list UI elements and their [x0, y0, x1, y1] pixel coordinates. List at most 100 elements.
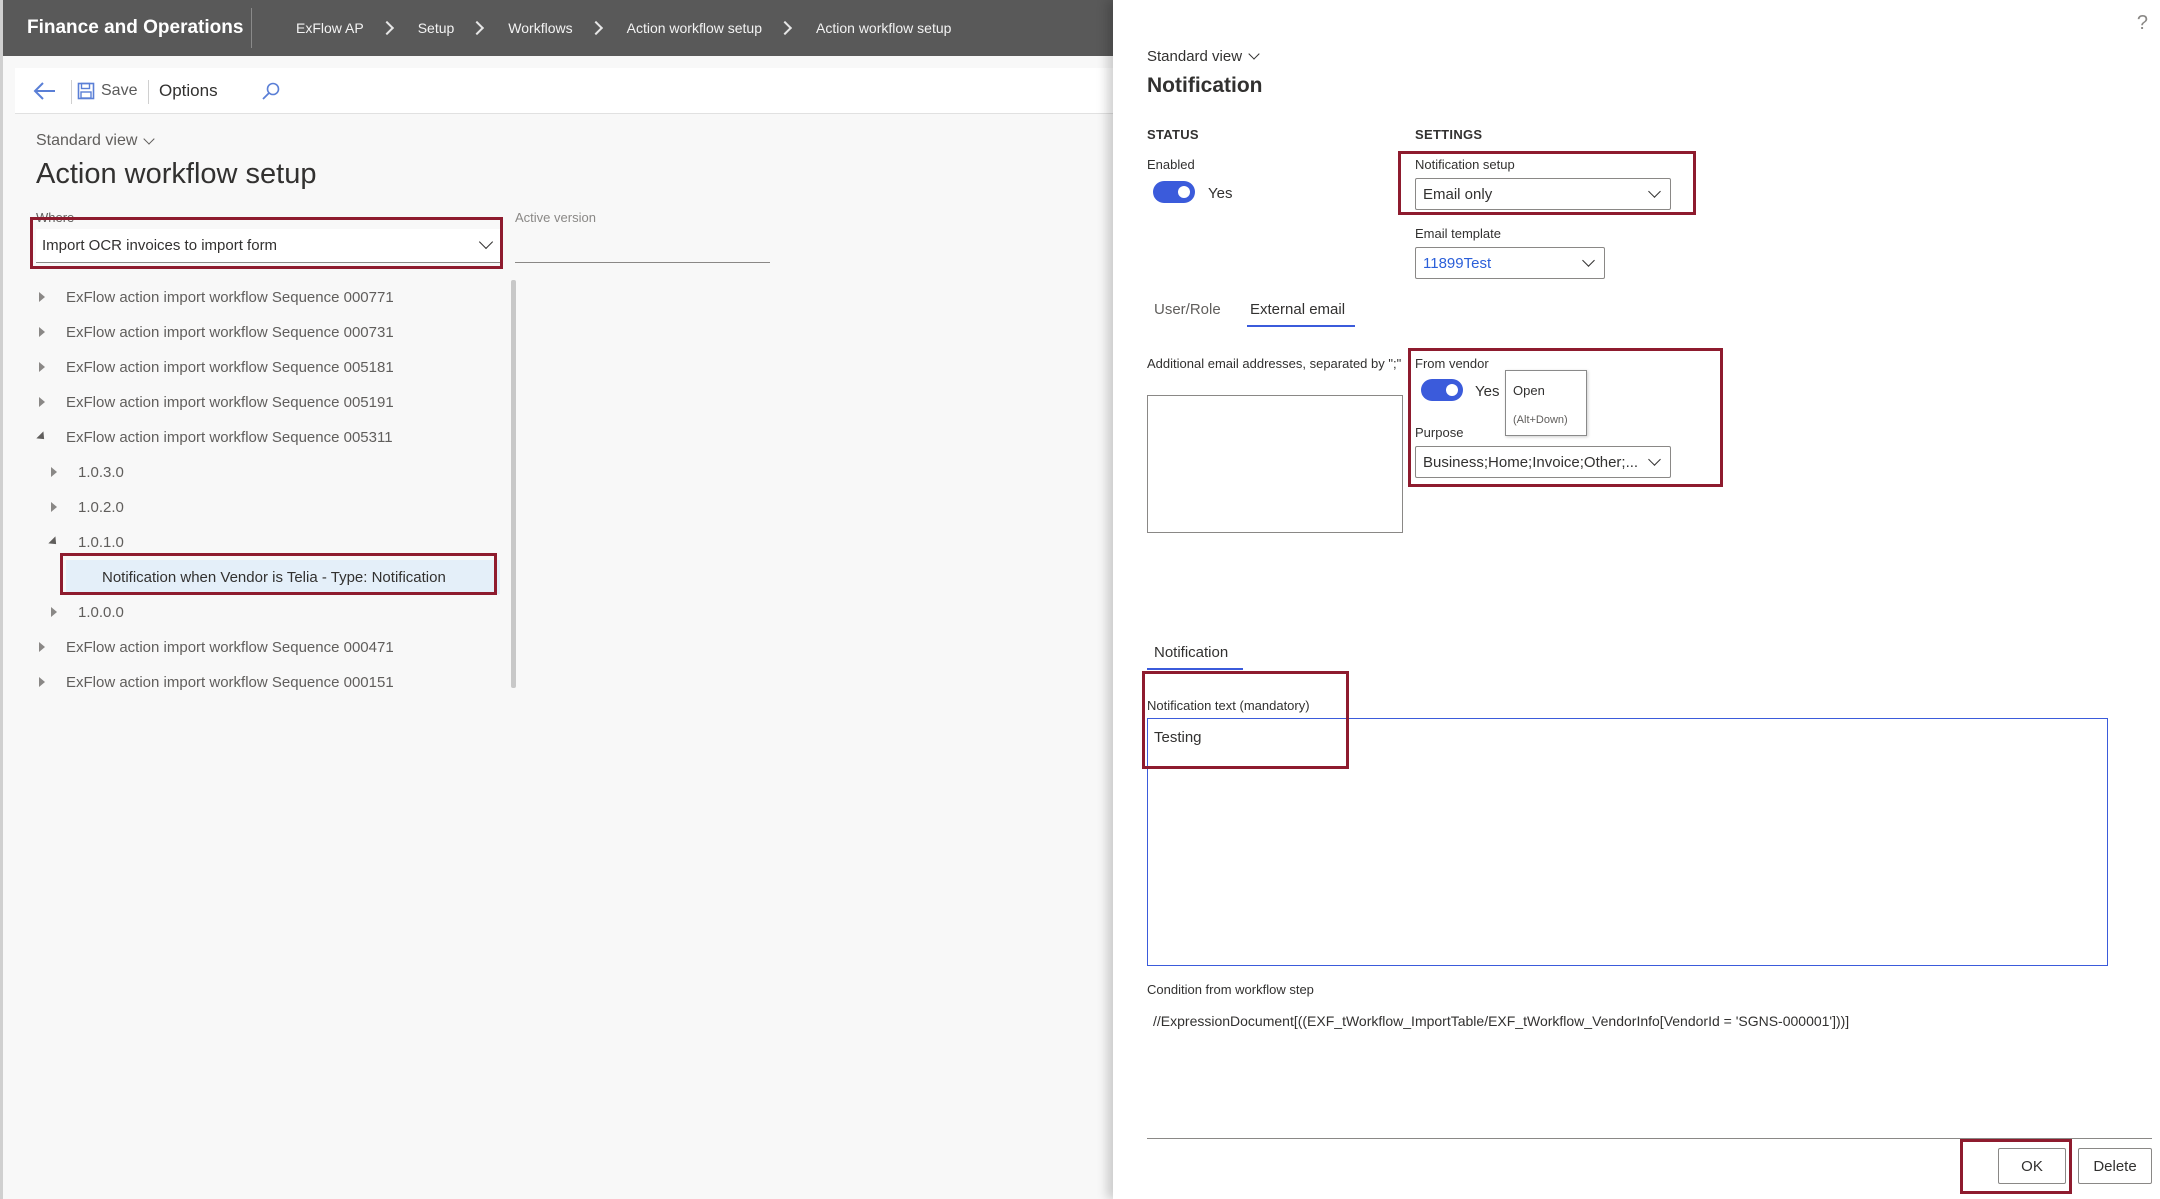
tree-item[interactable]: ExFlow action import workflow Sequence 0…: [36, 385, 394, 419]
from-vendor-toggle[interactable]: [1421, 379, 1463, 401]
toolbar-divider: [148, 80, 149, 104]
search-icon[interactable]: [261, 81, 281, 101]
tree-item-label: 1.0.2.0: [78, 498, 124, 516]
back-arrow-icon[interactable]: [33, 81, 57, 101]
active-tab-indicator: [1147, 668, 1243, 670]
tree-item[interactable]: ExFlow action import workflow Sequence 0…: [36, 315, 394, 349]
notification-setup-value: Email only: [1423, 186, 1493, 203]
options-button[interactable]: Options: [159, 81, 218, 101]
open-tooltip: Open (Alt+Down): [1505, 370, 1587, 436]
standard-view-label: Standard view: [1147, 48, 1243, 65]
collapse-arrow-icon: [39, 642, 45, 652]
dialog-title: Notification: [1147, 74, 1263, 97]
chevron-right-icon: [470, 20, 485, 36]
ok-button[interactable]: OK: [1998, 1148, 2066, 1184]
tree-item[interactable]: ExFlow action import workflow Sequence 0…: [36, 665, 394, 699]
tree-toggle[interactable]: [36, 677, 48, 687]
chevron-right-icon: [777, 20, 793, 36]
email-template-label: Email template: [1415, 226, 1501, 241]
purpose-value: Business;Home;Invoice;Other;...: [1423, 454, 1639, 471]
tree-item-label: ExFlow action import workflow Sequence 0…: [66, 288, 394, 306]
enabled-toggle[interactable]: [1153, 181, 1195, 203]
enabled-value: Yes: [1208, 185, 1233, 202]
tree-item-label: ExFlow action import workflow Sequence 0…: [66, 673, 394, 691]
email-template-dropdown[interactable]: 11899Test: [1415, 247, 1605, 279]
where-dropdown[interactable]: Import OCR invoices to import form: [36, 229, 501, 263]
tree-item[interactable]: 1.0.1.0: [48, 525, 124, 559]
tooltip-title: Open: [1513, 383, 1545, 398]
tree-item[interactable]: 1.0.3.0: [48, 455, 124, 489]
condition-value: //ExpressionDocument[((EXF_tWorkflow_Imp…: [1153, 1013, 1850, 1029]
collapse-arrow-icon: [39, 292, 45, 302]
chevron-right-icon: [379, 20, 394, 36]
delete-button[interactable]: Delete: [2078, 1148, 2152, 1184]
breadcrumb-current[interactable]: Action workflow setup: [816, 20, 951, 36]
email-template-value: 11899Test: [1423, 255, 1492, 272]
toolbar-divider: [71, 80, 72, 104]
breadcrumb-workflows[interactable]: Workflows: [508, 20, 572, 36]
collapse-arrow-icon: [39, 397, 45, 407]
tree-item[interactable]: 1.0.2.0: [48, 490, 124, 524]
additional-email-input[interactable]: [1147, 395, 1403, 533]
expand-arrow-icon: [36, 431, 48, 443]
tree-toggle[interactable]: [48, 467, 60, 477]
where-label: Where: [36, 210, 75, 225]
notification-text-input[interactable]: Testing: [1147, 718, 2108, 966]
tab-notification[interactable]: Notification: [1154, 644, 1228, 661]
purpose-dropdown[interactable]: Business;Home;Invoice;Other;...: [1415, 446, 1671, 478]
tree-toggle[interactable]: [36, 431, 48, 443]
chevron-down-icon: [1648, 185, 1661, 198]
tree-toggle[interactable]: [48, 607, 60, 617]
tree-item-label: ExFlow action import workflow Sequence 0…: [66, 358, 394, 376]
collapse-arrow-icon: [51, 467, 57, 477]
tree-scrollbar[interactable]: [511, 280, 516, 688]
save-icon: [77, 82, 95, 100]
topbar-divider: [251, 8, 252, 48]
standard-view-selector[interactable]: Standard view: [1147, 48, 1260, 65]
breadcrumb-exflow-ap[interactable]: ExFlow AP: [296, 20, 364, 36]
standard-view-label: Standard view: [36, 132, 138, 149]
tree-item-label: ExFlow action import workflow Sequence 0…: [66, 428, 393, 446]
tree-item-label: ExFlow action import workflow Sequence 0…: [66, 323, 394, 341]
breadcrumb-action-workflow-setup[interactable]: Action workflow setup: [627, 20, 762, 36]
tree-item[interactable]: ExFlow action import workflow Sequence 0…: [36, 350, 394, 384]
save-button[interactable]: Save: [77, 78, 137, 104]
notification-text-label: Notification text (mandatory): [1147, 698, 1310, 713]
tree-toggle[interactable]: [48, 536, 60, 548]
help-icon[interactable]: ?: [2137, 12, 2148, 35]
chevron-down-icon: [143, 132, 156, 145]
tree-toggle[interactable]: [36, 292, 48, 302]
purpose-label: Purpose: [1415, 425, 1464, 440]
tab-user-role[interactable]: User/Role: [1154, 301, 1221, 318]
tree-item-selected[interactable]: Notification when Vendor is Telia - Type…: [66, 560, 500, 594]
active-version-field[interactable]: [515, 236, 770, 263]
settings-heading: SETTINGS: [1415, 127, 1483, 142]
where-value: Import OCR invoices to import form: [42, 237, 278, 254]
tree-toggle[interactable]: [36, 362, 48, 372]
tree-toggle[interactable]: [36, 327, 48, 337]
breadcrumb-setup[interactable]: Setup: [418, 20, 455, 36]
collapse-arrow-icon: [39, 362, 45, 372]
status-heading: STATUS: [1147, 127, 1199, 142]
tree-toggle[interactable]: [36, 642, 48, 652]
tree-item[interactable]: ExFlow action import workflow Sequence 0…: [36, 630, 394, 664]
tree-toggle[interactable]: [36, 397, 48, 407]
tree-item[interactable]: ExFlow action import workflow Sequence 0…: [36, 280, 394, 314]
page-title: Action workflow setup: [36, 158, 317, 190]
collapse-arrow-icon: [51, 607, 57, 617]
tree-item[interactable]: ExFlow action import workflow Sequence 0…: [36, 420, 393, 454]
standard-view-selector[interactable]: Standard view: [36, 132, 156, 150]
tab-external-email[interactable]: External email: [1250, 301, 1345, 318]
tree-item-label: Notification when Vendor is Telia - Type…: [102, 568, 446, 586]
active-tab-indicator: [1247, 325, 1355, 327]
main-page: Finance and Operations ExFlow AP Setup W…: [0, 0, 1116, 1199]
notification-setup-dropdown[interactable]: Email only: [1415, 178, 1671, 210]
app-title[interactable]: Finance and Operations: [27, 17, 243, 39]
tree-toggle[interactable]: [48, 502, 60, 512]
chevron-down-icon: [1248, 48, 1260, 60]
tree-item[interactable]: 1.0.0.0: [48, 595, 124, 629]
notification-dialog: ? Standard view Notification STATUS SETT…: [1113, 0, 2160, 1199]
notification-setup-label: Notification setup: [1415, 157, 1515, 172]
chevron-down-icon: [1648, 453, 1661, 466]
save-label: Save: [101, 82, 138, 99]
